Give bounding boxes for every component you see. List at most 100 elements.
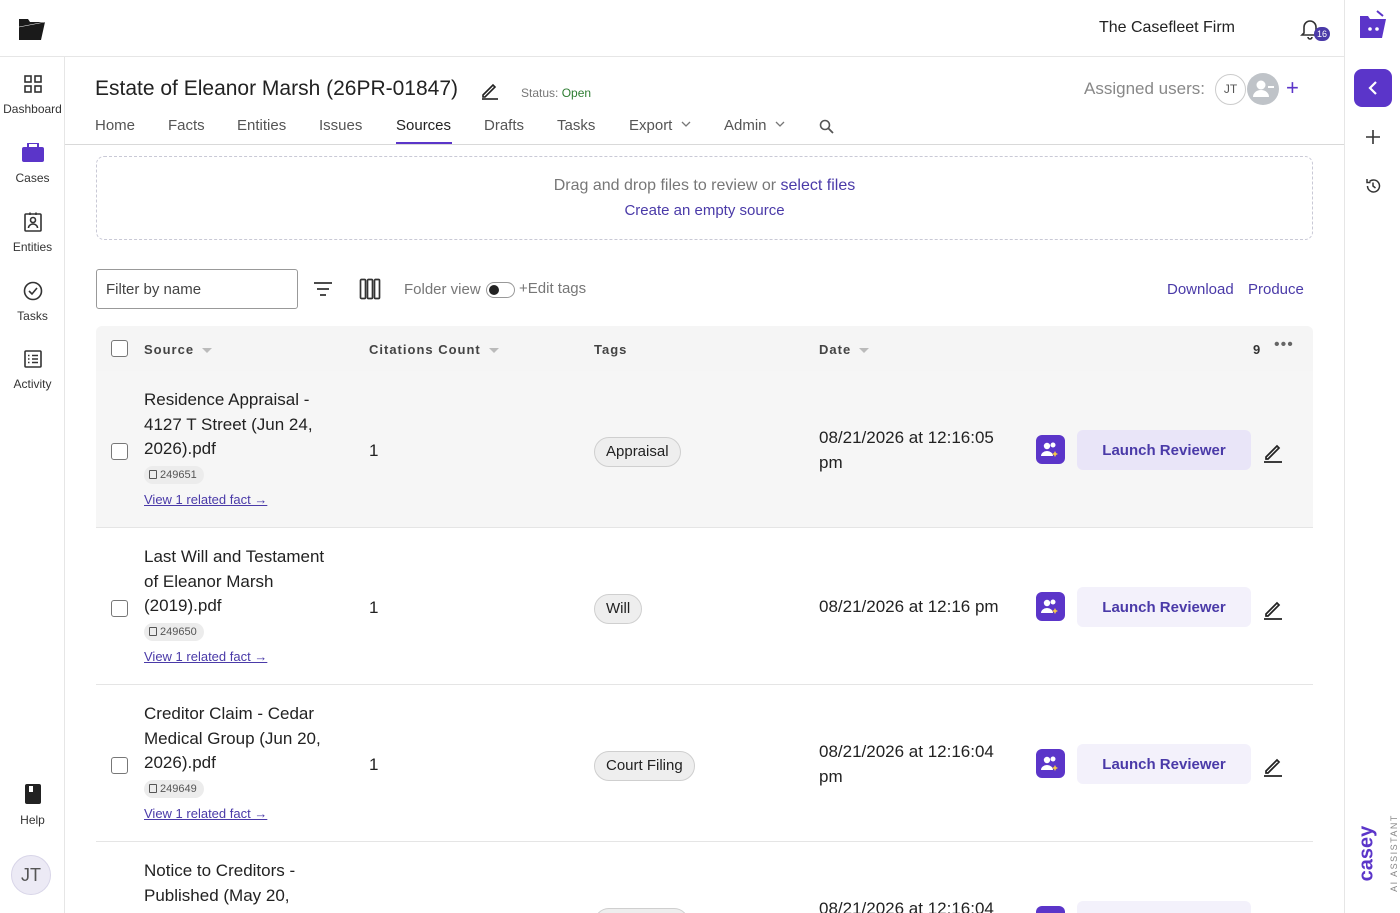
column-date[interactable]: Date — [819, 342, 870, 357]
tab-drafts[interactable]: Drafts — [484, 117, 524, 134]
filter-icon[interactable] — [312, 279, 334, 299]
launch-reviewer-button[interactable]: Launch Reviewer — [1077, 430, 1251, 470]
nav-label: Cases — [15, 171, 50, 185]
assigned-user-avatar[interactable]: JT — [1215, 74, 1246, 105]
tag-chip[interactable] — [594, 908, 689, 913]
drop-zone-instruction: Drag and drop files to review or — [553, 177, 777, 194]
sort-caret-icon — [488, 348, 499, 354]
edit-pencil-icon[interactable] — [1262, 598, 1284, 620]
source-id: 249651 — [160, 469, 197, 481]
firm-name[interactable]: The Casefleet Firm — [1099, 19, 1235, 37]
tab-admin[interactable]: Admin — [724, 117, 785, 134]
add-user-button[interactable]: + — [1286, 77, 1299, 99]
search-icon[interactable] — [819, 119, 834, 134]
select-files-link[interactable]: select files — [781, 177, 856, 194]
total-count: 9 — [1253, 342, 1261, 357]
columns-icon[interactable] — [359, 278, 381, 300]
create-empty-source-link[interactable]: Create an empty source — [97, 202, 1312, 219]
tab-tasks[interactable]: Tasks — [557, 117, 595, 134]
tag-chip[interactable]: Will — [594, 594, 643, 624]
launch-reviewer-button[interactable] — [1077, 901, 1251, 913]
column-tags-label: Tags — [594, 342, 628, 357]
tag-chip[interactable]: Court Filing — [594, 751, 695, 781]
launch-reviewer-button[interactable]: Launch Reviewer — [1077, 587, 1251, 627]
nav-entities[interactable]: Entities — [0, 212, 65, 254]
source-name[interactable]: Last Will and Testament of Eleanor Marsh… — [144, 545, 339, 619]
edit-pencil-icon[interactable] — [1262, 441, 1284, 463]
sort-caret-icon — [202, 348, 213, 354]
folder-view-toggle[interactable] — [486, 282, 515, 298]
copy-icon — [149, 784, 157, 793]
table-row[interactable]: Notice to Creditors - Published (May 20,… — [96, 842, 1313, 913]
plus-icon[interactable] — [1364, 128, 1382, 146]
row-checkbox[interactable] — [111, 757, 128, 774]
tab-entities[interactable]: Entities — [237, 117, 286, 134]
ai-review-icon[interactable] — [1036, 906, 1065, 913]
app-logo-icon[interactable] — [17, 16, 47, 42]
grid-icon — [23, 75, 42, 93]
history-icon[interactable] — [1364, 177, 1382, 195]
users-sparkle-icon — [1041, 599, 1058, 614]
produce-button[interactable]: Produce — [1248, 281, 1304, 298]
sort-caret-icon — [859, 348, 870, 354]
ai-review-icon[interactable] — [1036, 749, 1065, 778]
left-sidebar: Dashboard Cases Entities Tasks Activity — [0, 57, 65, 913]
users-sparkle-icon — [1041, 442, 1058, 457]
table-row[interactable]: Residence Appraisal - 4127 T Street (Jun… — [96, 371, 1313, 528]
contact-card-icon — [23, 212, 42, 232]
column-tags: Tags — [594, 342, 627, 357]
column-source-label: Source — [144, 342, 195, 357]
table-row[interactable]: Creditor Claim - Cedar Medical Group (Ju… — [96, 685, 1313, 842]
casey-assistant[interactable]: casey AI ASSISTANT — [1353, 812, 1399, 902]
citations-count: 1 — [369, 755, 379, 774]
tag-chip[interactable]: Appraisal — [594, 437, 681, 467]
download-button[interactable]: Download — [1167, 281, 1234, 298]
edit-title-pencil-icon[interactable] — [480, 80, 500, 100]
more-options-icon[interactable]: ••• — [1274, 336, 1294, 354]
assistant-logo-icon[interactable] — [1357, 10, 1389, 40]
nav-help[interactable]: Help — [0, 783, 65, 827]
tab-home[interactable]: Home — [95, 117, 135, 134]
source-id-chip[interactable]: 249649 — [144, 780, 204, 798]
user-avatar[interactable]: JT — [11, 855, 51, 895]
nav-dashboard[interactable]: Dashboard — [0, 74, 65, 116]
tab-export[interactable]: Export — [629, 117, 691, 134]
assigned-user-avatar-placeholder[interactable] — [1247, 73, 1279, 105]
filter-by-name-input[interactable] — [96, 269, 298, 309]
edit-tags-button[interactable]: +Edit tags — [519, 280, 586, 297]
users-sparkle-icon — [1041, 756, 1058, 771]
nav-cases[interactable]: Cases — [0, 143, 65, 185]
ai-review-icon[interactable] — [1036, 435, 1065, 464]
file-drop-zone[interactable]: Drag and drop files to review or select … — [96, 156, 1313, 240]
nav-label: Dashboard — [3, 102, 62, 116]
ai-review-icon[interactable] — [1036, 592, 1065, 621]
chevron-down-icon — [775, 121, 785, 127]
column-citations-label: Citations Count — [369, 342, 481, 357]
source-id-chip[interactable]: 249650 — [144, 623, 204, 641]
launch-reviewer-button[interactable]: Launch Reviewer — [1077, 744, 1251, 784]
tab-sources[interactable]: Sources — [396, 117, 451, 134]
edit-pencil-icon[interactable] — [1262, 755, 1284, 777]
source-id-chip[interactable]: 249651 — [144, 466, 204, 484]
collapse-panel-button[interactable] — [1354, 69, 1392, 107]
related-fact-link[interactable]: View 1 related fact → — [144, 492, 267, 507]
tab-facts[interactable]: Facts — [168, 117, 205, 134]
row-checkbox[interactable] — [111, 443, 128, 460]
nav-activity[interactable]: Activity — [0, 349, 65, 391]
table-header: Source Citations Count Tags Date 9 ••• — [96, 326, 1313, 371]
source-name[interactable]: Creditor Claim - Cedar Medical Group (Ju… — [144, 702, 339, 776]
related-fact-link[interactable]: View 1 related fact → — [144, 806, 267, 821]
select-all-checkbox[interactable] — [111, 340, 128, 357]
column-source[interactable]: Source — [144, 342, 213, 357]
column-citations[interactable]: Citations Count — [369, 342, 499, 357]
column-date-label: Date — [819, 342, 852, 357]
table-row[interactable]: Last Will and Testament of Eleanor Marsh… — [96, 528, 1313, 685]
notification-count-badge: 16 — [1313, 27, 1330, 41]
source-name[interactable]: Notice to Creditors - Published (May 20, — [144, 859, 339, 908]
source-name[interactable]: Residence Appraisal - 4127 T Street (Jun… — [144, 388, 339, 462]
tab-issues[interactable]: Issues — [319, 117, 362, 134]
nav-tasks[interactable]: Tasks — [0, 281, 65, 323]
top-bar: The Casefleet Firm 16 — [0, 0, 1344, 57]
related-fact-link[interactable]: View 1 related fact → — [144, 649, 267, 664]
row-checkbox[interactable] — [111, 600, 128, 617]
